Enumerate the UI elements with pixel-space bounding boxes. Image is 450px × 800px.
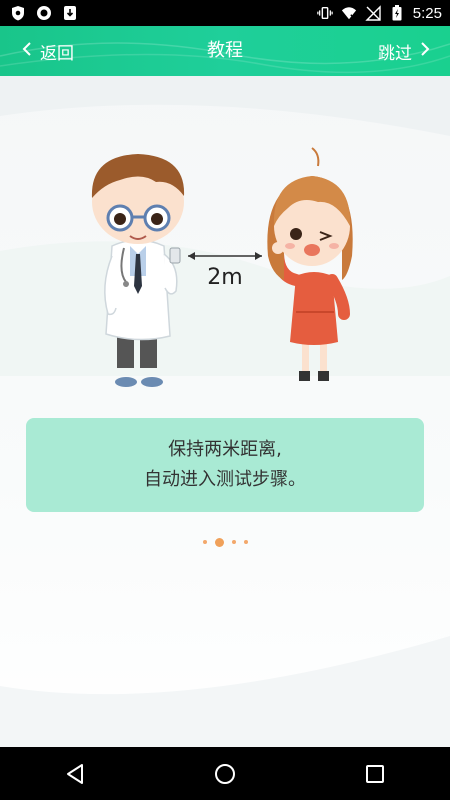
chevron-right-icon [420, 41, 430, 61]
no-sim-icon [365, 5, 381, 21]
skip-button[interactable]: 跳过 [378, 26, 430, 76]
status-time: 5:25 [412, 4, 442, 22]
nav-home-button[interactable] [195, 747, 255, 800]
shield-icon [10, 5, 26, 21]
doctor-figure [91, 154, 185, 387]
nav-back-button[interactable] [45, 747, 105, 800]
tip-box: 保持两米距离, 自动进入测试步骤。 [26, 418, 424, 512]
page-dot [202, 540, 207, 544]
page-indicator [0, 536, 450, 548]
battery-charging-icon [389, 5, 405, 21]
system-nav-bar [0, 747, 450, 800]
skip-label: 跳过 [378, 43, 412, 64]
page-dot-active [214, 537, 224, 547]
download-icon [62, 5, 78, 21]
home-circle-icon [215, 763, 235, 784]
tutorial-page: 2m 保持两米距离, 自动进入测试步骤。 [0, 76, 450, 747]
nav-recents-button[interactable] [345, 747, 405, 800]
distance-illustration: 2m [91, 147, 353, 387]
page-dot [243, 540, 248, 544]
wifi-icon [341, 5, 357, 21]
girl-figure [267, 147, 353, 381]
vibrate-icon [317, 5, 333, 21]
page-dot [231, 540, 236, 544]
back-triangle-icon [67, 763, 83, 784]
app-header: 返回 教程 跳过 [0, 26, 450, 76]
recents-square-icon [366, 764, 384, 783]
tip-line-2: 自动进入测试步骤。 [144, 469, 306, 490]
distance-label: 2m [207, 265, 242, 290]
record-icon [36, 5, 52, 21]
status-bar: 5:25 [0, 0, 450, 26]
distance-arrow [188, 252, 262, 260]
tip-line-1: 保持两米距离, [168, 439, 282, 460]
